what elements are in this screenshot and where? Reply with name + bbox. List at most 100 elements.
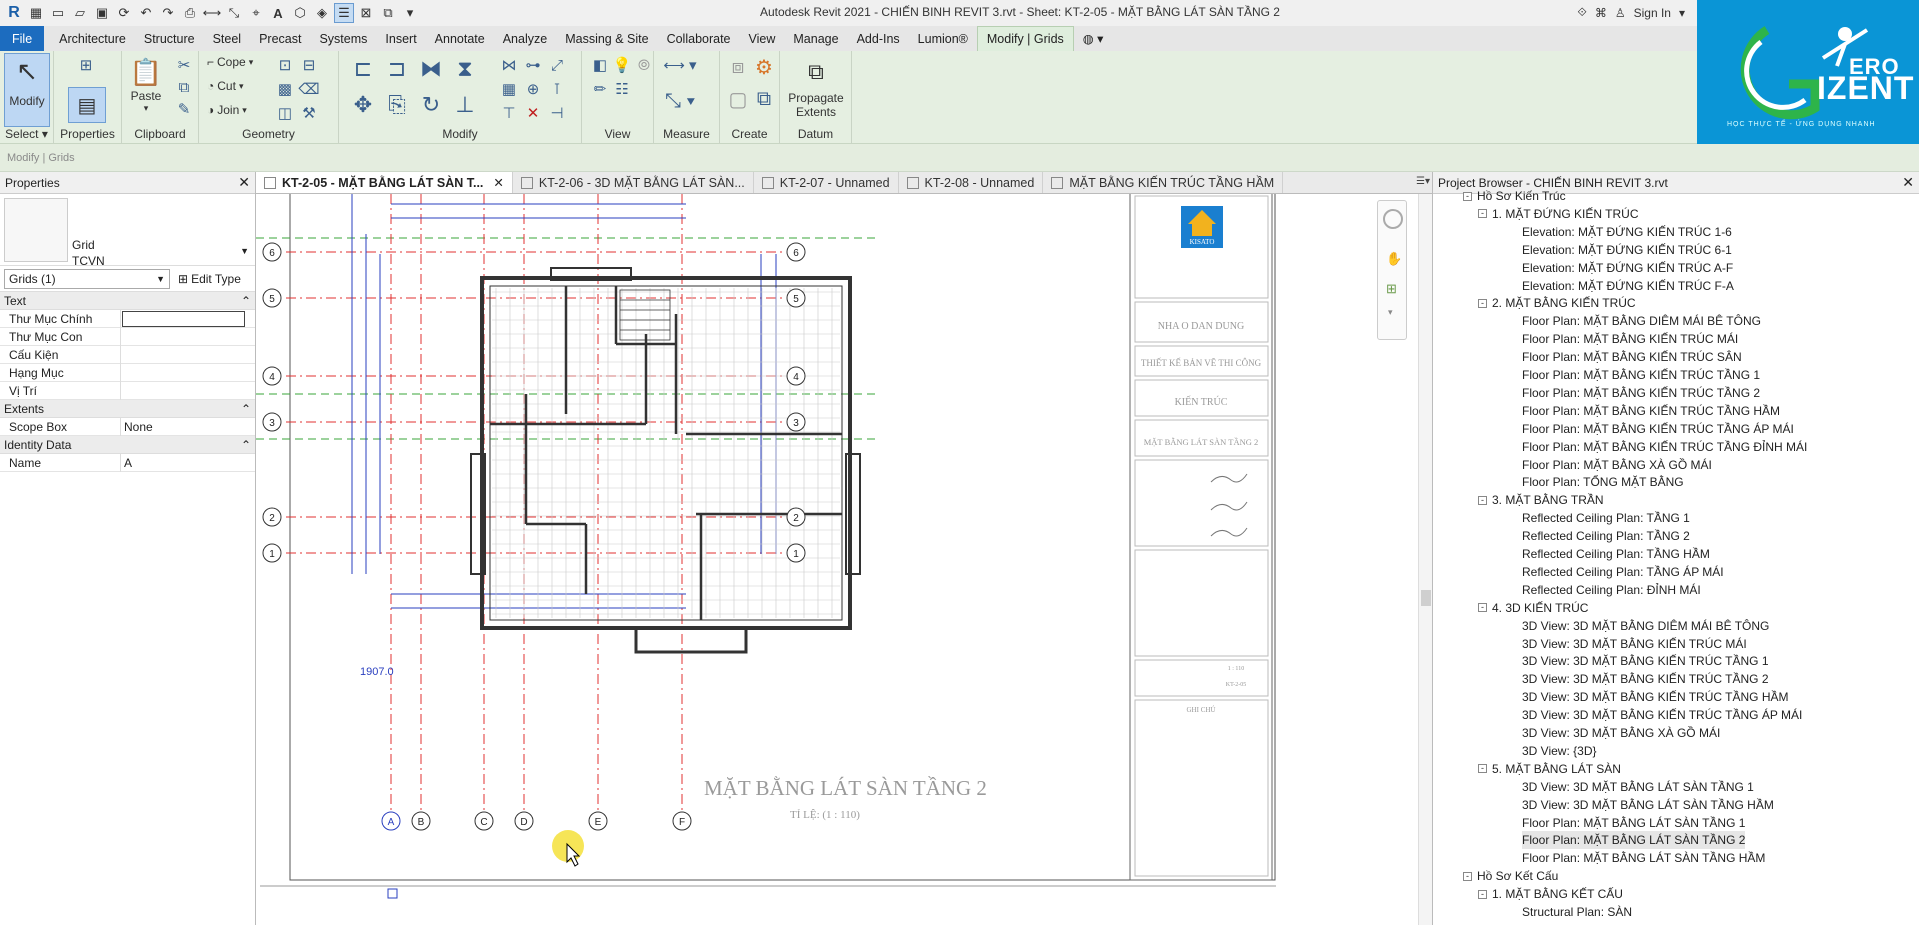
tree-item[interactable]: Reflected Ceiling Plan: TẦNG HẦM (1522, 545, 1710, 563)
chevron-down-icon[interactable]: ▼ (240, 246, 249, 256)
prop-value[interactable] (121, 382, 255, 400)
tree-item[interactable]: Floor Plan: MẶT BẰNG KIẾN TRÚC TẦNG 1 (1522, 366, 1760, 384)
tree-item[interactable]: Floor Plan: MẶT BẰNG LÁT SÀN TẦNG 2 (1522, 831, 1746, 850)
offset-icon[interactable]: ⊐ (383, 55, 411, 83)
tree-item[interactable]: Structural Plan: SÀN (1522, 903, 1632, 921)
tree-item[interactable]: Floor Plan: MẶT BẰNG LÁT SÀN TẦNG 1 (1522, 814, 1745, 832)
tree-item[interactable]: Floor Plan: MẶT BẰNG KIẾN TRÚC TẦNG HẦM (1522, 402, 1780, 420)
create-assembly-icon[interactable]: ⧈ (726, 55, 750, 79)
match-type-icon[interactable]: ✎ (174, 99, 194, 119)
binoculars-icon[interactable]: ⌘ (1595, 6, 1607, 20)
tree-item[interactable]: 3D View: 3D MẶT BẰNG DIÊM MÁI BÊ TÔNG (1522, 617, 1769, 635)
cope-button[interactable]: ⌐ Cope ▾ (207, 55, 253, 69)
tree-item[interactable]: Floor Plan: MẶT BẰNG KIẾN TRÚC TẦNG 2 (1522, 384, 1760, 402)
mirror-draw-icon[interactable]: ⧗ (451, 55, 479, 83)
switch-windows-icon[interactable]: ⧉ (378, 3, 398, 23)
group-text[interactable]: Text ⌃ (0, 292, 255, 310)
prop-value[interactable]: A (121, 454, 255, 472)
tab-insert[interactable]: Insert (376, 26, 425, 51)
close-icon[interactable]: ✕ (1902, 174, 1914, 191)
paste-button[interactable]: 📋 Paste ▾ (126, 55, 166, 114)
tab-massing-site[interactable]: Massing & Site (556, 26, 657, 51)
thin-lines-icon[interactable]: ☰ (334, 3, 354, 23)
tree-item[interactable]: Floor Plan: MẶT BẰNG XÀ GỒ MÁI (1522, 456, 1712, 474)
tree-item[interactable]: 3D View: 3D MẶT BẰNG XÀ GỒ MÁI (1522, 724, 1720, 742)
group-identity-data[interactable]: Identity Data ⌃ (0, 436, 255, 454)
join-roof-icon[interactable]: ◫ (275, 103, 295, 123)
tree-item[interactable]: Elevation: MẶT ĐỨNG KIẾN TRÚC 1-6 (1522, 223, 1732, 241)
instance-selector[interactable]: Grids (1) ▼ (4, 268, 170, 289)
section-icon[interactable]: ◈ (312, 3, 332, 23)
print-icon[interactable]: ⎙ (180, 3, 200, 23)
trim-single-icon[interactable]: ⊺ (547, 79, 567, 99)
vertical-scrollbar[interactable] (1418, 194, 1432, 925)
tree-folder[interactable]: -1. MẶT BẰNG KẾT CẤU (1478, 885, 1623, 903)
create-parts-icon[interactable]: ⚙ (752, 55, 776, 79)
text-icon[interactable]: A (268, 3, 288, 23)
tab-architecture[interactable]: Architecture (50, 26, 135, 51)
undo-icon[interactable]: ↶ (136, 3, 156, 23)
tree-folder[interactable]: - Hồ Sơ Kiến Trúc (1463, 187, 1566, 205)
trim-multiple-icon[interactable]: ⊤ (499, 103, 519, 123)
tab-collaborate[interactable]: Collaborate (658, 26, 740, 51)
collapse-toggle-icon[interactable]: - (1478, 209, 1487, 219)
delete-icon[interactable]: ✕ (523, 103, 543, 123)
tab-modify-grids[interactable]: Modify | Grids (976, 26, 1074, 51)
tree-item[interactable]: Elevation: MẶT ĐỨNG KIẾN TRÚC 6-1 (1522, 241, 1732, 259)
collapse-toggle-icon[interactable]: - (1463, 871, 1472, 881)
tree-item[interactable]: Reflected Ceiling Plan: ĐỈNH MÁI (1522, 581, 1701, 599)
pan-icon[interactable]: ✋ (1386, 251, 1402, 267)
linework-icon[interactable]: ✏ (590, 79, 610, 99)
tab-annotate[interactable]: Annotate (426, 26, 494, 51)
prop-value[interactable] (121, 346, 255, 364)
sync-icon[interactable]: ⟳ (114, 3, 134, 23)
view-tab-kt-2-07[interactable]: KT-2-07 - Unnamed (754, 172, 899, 193)
tab-add-ins[interactable]: Add-Ins (848, 26, 909, 51)
tree-item[interactable]: Floor Plan: MẶT BẰNG KIẾN TRÚC MÁI (1522, 330, 1738, 348)
tree-item[interactable]: Reflected Ceiling Plan: TẦNG 1 (1522, 509, 1690, 527)
tab-steel[interactable]: Steel (204, 26, 251, 51)
view-tab-kt-2-05[interactable]: KT-2-05 - MẶT BẰNG LÁT SÀN T... ✕ (256, 172, 513, 193)
tree-item[interactable]: Elevation: MẶT ĐỨNG KIẾN TRÚC A-F (1522, 259, 1733, 277)
open-icon[interactable]: ▭ (48, 3, 68, 23)
tree-item[interactable]: 3D View: 3D MẶT BẰNG KIẾN TRÚC MÁI (1522, 635, 1747, 653)
modify-button[interactable]: ↖ Modify (4, 53, 50, 127)
redo-icon[interactable]: ↷ (158, 3, 178, 23)
properties-button[interactable]: ▤ (68, 87, 106, 123)
tree-item[interactable]: 3D View: 3D MẶT BẰNG LÁT SÀN TẦNG HẦM (1522, 796, 1774, 814)
edit-type-button[interactable]: ⊞ Edit Type (178, 272, 241, 286)
view-tabs-dropdown-icon[interactable]: ☰▾ (1416, 176, 1430, 187)
user-icon[interactable]: ♙ (1615, 6, 1626, 20)
tree-item[interactable]: Floor Plan: MẶT BẰNG DIÊM MÁI BÊ TÔNG (1522, 312, 1761, 330)
drawing-canvas[interactable]: 6 6 5 5 4 4 3 3 2 2 1 1 A B C D E F 1907.0 MẶT BẰNG LÁT S… (256, 194, 1432, 925)
hide-icon[interactable]: ◧ (590, 55, 610, 75)
tree-folder[interactable]: -2. MẶT BẰNG KIẾN TRÚC (1478, 294, 1636, 312)
tree-folder[interactable]: -1. MẶT ĐỨNG KIẾN TRÚC (1478, 205, 1639, 223)
pin-icon[interactable]: ⊕ (523, 79, 543, 99)
dimension-icon[interactable]: ⤡ (224, 3, 244, 23)
type-properties-icon[interactable]: ⊞ (76, 55, 96, 75)
sign-in-button[interactable]: Sign In (1634, 6, 1671, 20)
view-tab-tang-ham[interactable]: MẶT BẰNG KIẾN TRÚC TẦNG HẦM (1043, 172, 1284, 193)
array-icon[interactable]: ▦ (499, 79, 519, 99)
3d-view-icon[interactable]: ⬡ (290, 3, 310, 23)
tab-view[interactable]: View (740, 26, 785, 51)
qat-dropdown-icon[interactable]: ▾ (400, 3, 420, 23)
view-tab-kt-2-08[interactable]: KT-2-08 - Unnamed (899, 172, 1044, 193)
open-folder-icon[interactable]: ▱ (70, 3, 90, 23)
collapse-toggle-icon[interactable]: - (1478, 603, 1487, 613)
tab-precast[interactable]: Precast (250, 26, 310, 51)
copy-icon[interactable]: ⧉ (174, 77, 194, 97)
collapse-toggle-icon[interactable]: - (1478, 764, 1487, 774)
tree-item[interactable]: Floor Plan: MẶT BẰNG KIẾN TRÚC TẦNG ĐỈNH… (1522, 438, 1807, 456)
tab-manage[interactable]: Manage (784, 26, 847, 51)
demolish-icon[interactable]: ⌫ (298, 79, 319, 99)
collapse-toggle-icon[interactable]: - (1478, 495, 1487, 505)
create-similar-icon[interactable]: ⧉ (752, 87, 776, 111)
copy-element-icon[interactable]: ⎘ (383, 91, 411, 119)
collapse-toggle-icon[interactable]: - (1478, 298, 1487, 308)
close-icon[interactable]: ✕ (238, 174, 250, 191)
tree-item[interactable]: Reflected Ceiling Plan: TẦNG 2 (1522, 527, 1690, 545)
create-group-icon[interactable]: ▢ (726, 87, 750, 111)
measure-between-icon[interactable]: ⟷ ▾ (660, 55, 700, 75)
